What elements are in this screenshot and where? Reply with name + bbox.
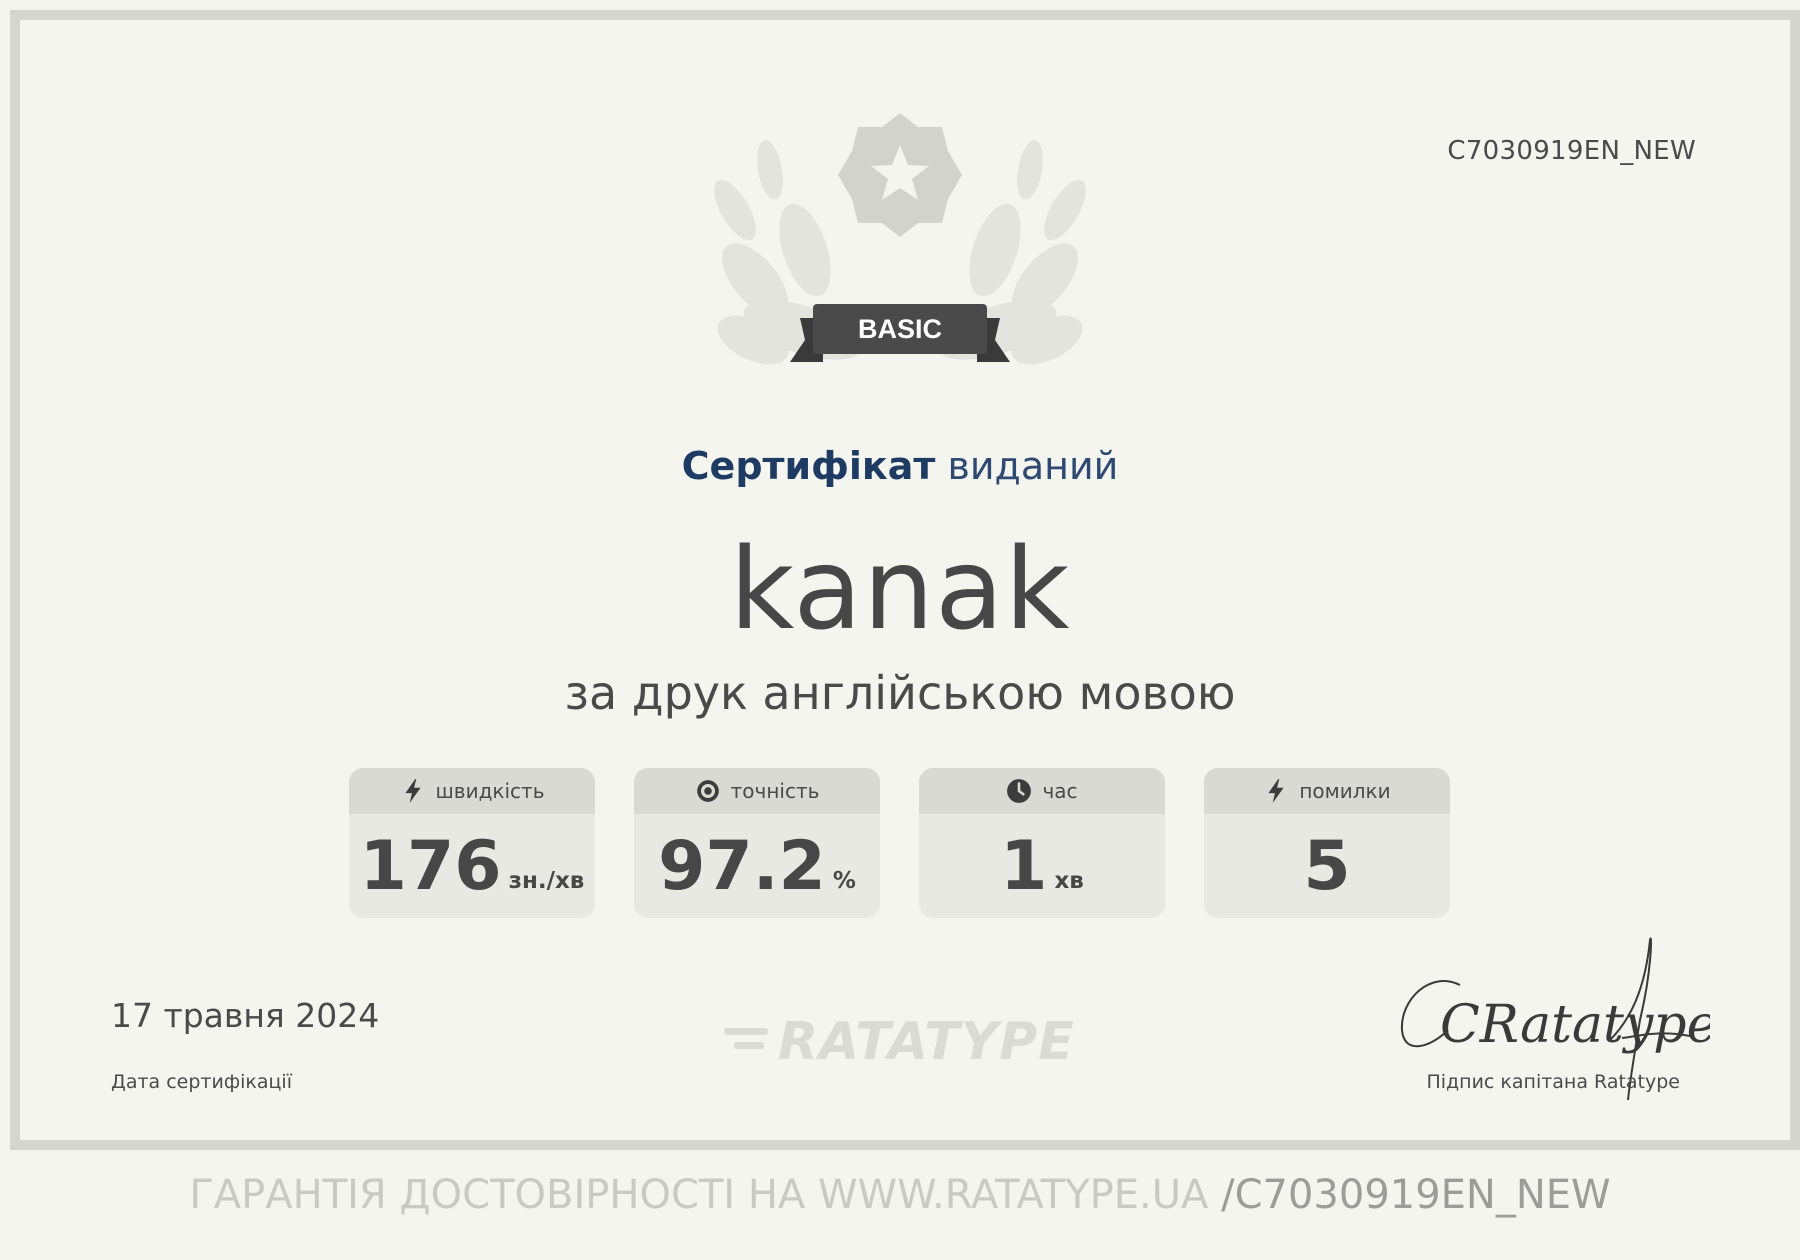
certificate-id: C7030919EN_NEW [1447,136,1696,166]
recipient-name: kanak [729,525,1071,655]
stat-accuracy: точність 97.2 % [634,768,880,918]
stat-unit: хв [1054,868,1084,894]
stat-speed: швидкість 176 зн./хв [349,768,595,918]
signature-label: Підпис капітана Ratatype [1426,1071,1680,1093]
stat-value: 97.2 [658,826,826,906]
heading-strong: Сертифікат [681,444,936,488]
stat-unit: % [832,868,856,894]
stat-unit: зн./хв [508,868,585,894]
laurel-badge-icon: BASIC [714,113,1086,365]
certificate-subtitle: за друк англійською мовою [564,666,1236,720]
bolt-icon [1268,779,1284,803]
stat-value: 176 [359,826,502,906]
stat-label: швидкість [435,779,545,803]
heading-light: виданий [947,444,1119,488]
ratatype-logo: RATATYPE [724,1012,1075,1072]
verification-text: ГАРАНТІЯ ДОСТОВІРНОСТІ НА WWW.RATATYPE.U… [189,1172,1209,1218]
target-icon [696,780,719,802]
signature-text: CRatatype [1440,995,1710,1055]
certification-date: 17 травня 2024 [111,996,380,1035]
verification-footer: ГАРАНТІЯ ДОСТОВІРНОСТІ НА WWW.RATATYPE.U… [0,1172,1800,1218]
stat-label: час [1042,779,1078,803]
stat-time: час 1 хв [919,768,1165,918]
logo-text: RATATYPE [778,1012,1075,1072]
stat-errors: помилки 5 [1204,768,1450,918]
stat-value: 1 [1000,826,1048,906]
clock-icon [1007,779,1032,803]
stat-value: 5 [1303,826,1351,906]
certificate-heading: Сертифікат виданий [0,444,1800,488]
stat-label: помилки [1299,779,1391,803]
verification-code: /C7030919EN_NEW [1221,1172,1611,1218]
stats-row: швидкість 176 зн./хв точність 97.2 % час… [349,768,1450,918]
badge-label: BASIC [858,314,942,344]
certification-date-label: Дата сертифікації [111,1071,292,1093]
bolt-icon [404,779,421,803]
logo-lines-icon [724,1028,768,1049]
stat-label: точність [730,779,820,803]
